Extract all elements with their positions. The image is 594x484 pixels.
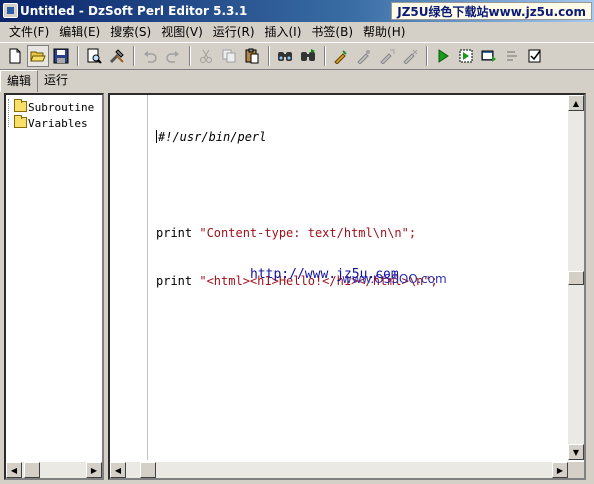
menu-edit[interactable]: 编辑(E)	[54, 22, 105, 42]
settings-icon	[507, 51, 517, 61]
undo-button[interactable]	[139, 45, 161, 67]
copy-button[interactable]	[218, 45, 240, 67]
find-icon	[278, 52, 292, 61]
syntax-check-icon	[334, 50, 347, 64]
menu-bar: 文件(F) 编辑(E) 搜索(S) 视图(V) 运行(R) 插入(I) 书签(B…	[0, 22, 594, 42]
tab-edit[interactable]: 编辑	[0, 70, 39, 92]
toolbar-separator	[268, 46, 270, 66]
undo-icon	[144, 51, 157, 63]
title-bar: Untitled - DzSoft Perl Editor 5.3.1 JZ5U…	[0, 0, 594, 22]
run-browser-icon	[481, 50, 496, 62]
site-watermark: JZ5U绿色下载站www.jz5u.com	[391, 2, 592, 20]
run-icon	[438, 49, 449, 63]
cut-icon	[200, 49, 212, 63]
new-file-icon	[9, 48, 21, 64]
debug-step-button[interactable]	[376, 45, 398, 67]
scroll-down-arrow-icon[interactable]: ▼	[568, 444, 584, 460]
run-dos-icon	[459, 49, 473, 63]
editor-vertical-scrollbar[interactable]: ▲ ▼	[568, 95, 584, 460]
panel-tabs: 编辑 运行	[0, 70, 100, 92]
toolbar-separator	[77, 46, 79, 66]
run-dos-button[interactable]	[455, 45, 477, 67]
scroll-corner	[568, 462, 584, 478]
app-icon	[3, 3, 18, 18]
tools-icon	[109, 49, 124, 64]
save-icon	[53, 48, 69, 64]
checklist-icon	[528, 49, 541, 63]
scroll-thumb[interactable]	[24, 462, 40, 478]
cut-button[interactable]	[195, 45, 217, 67]
menu-bookmarks[interactable]: 书签(B)	[306, 22, 358, 42]
menu-search[interactable]: 搜索(S)	[105, 22, 156, 42]
tree-item-variables[interactable]: Variables	[10, 115, 94, 131]
redo-icon	[166, 51, 179, 63]
code-line: print "Content-type: text/html\n\n";	[156, 226, 417, 240]
run-browser-button[interactable]	[478, 45, 500, 67]
code-explorer-panel: Subroutine Variables ◀ ▶	[4, 93, 104, 480]
left-horizontal-scrollbar[interactable]: ◀ ▶	[6, 462, 102, 478]
run-button[interactable]	[432, 45, 454, 67]
syntax-check-button[interactable]	[330, 45, 352, 67]
debug-step-icon	[380, 49, 395, 64]
debug-button[interactable]	[353, 45, 375, 67]
debug-stop-button[interactable]	[399, 45, 421, 67]
tools-button[interactable]	[106, 45, 128, 67]
scroll-right-arrow-icon[interactable]: ▶	[86, 462, 102, 478]
folder-icon	[14, 115, 27, 128]
menu-view[interactable]: 视图(V)	[156, 22, 208, 42]
tab-run[interactable]: 运行	[38, 70, 74, 92]
text-cursor	[156, 130, 157, 143]
url-watermark: http://www.jz5u.com www.OSSOO.com	[250, 267, 447, 286]
find-next-icon	[301, 49, 315, 61]
save-button[interactable]	[50, 45, 72, 67]
preview-icon	[87, 48, 102, 64]
redo-button[interactable]	[162, 45, 184, 67]
menu-file[interactable]: 文件(F)	[4, 22, 54, 42]
new-file-button[interactable]	[4, 45, 26, 67]
folder-icon	[14, 99, 27, 112]
preview-button[interactable]	[83, 45, 105, 67]
menu-run[interactable]: 运行(R)	[208, 22, 260, 42]
find-next-button[interactable]	[297, 45, 319, 67]
code-line: #!/usr/bin/perl	[156, 130, 267, 144]
toolbar-separator	[426, 46, 428, 66]
scroll-up-arrow-icon[interactable]: ▲	[568, 95, 584, 111]
code-text[interactable]: #!/usr/bin/perl print "Content-type: tex…	[156, 97, 438, 321]
window-title: Untitled - DzSoft Perl Editor 5.3.1	[20, 4, 248, 18]
scroll-left-arrow-icon[interactable]: ◀	[110, 462, 126, 478]
editor-horizontal-scrollbar[interactable]: ◀ ▶	[110, 462, 568, 478]
scroll-right-arrow-icon[interactable]: ▶	[552, 462, 568, 478]
open-folder-icon	[30, 51, 46, 62]
toolbar-separator	[324, 46, 326, 66]
paste-button[interactable]	[241, 45, 263, 67]
code-editor[interactable]: #!/usr/bin/perl print "Content-type: tex…	[108, 93, 586, 480]
menu-help[interactable]: 帮助(H)	[358, 22, 410, 42]
url-watermark-overlay: www.OSSOO.com	[342, 272, 447, 286]
debug-stop-icon	[403, 49, 418, 64]
editor-gutter	[110, 95, 148, 460]
tree-item-label: Variables	[28, 116, 88, 130]
debug-icon	[357, 50, 370, 64]
toolbar-separator	[189, 46, 191, 66]
scroll-thumb[interactable]	[140, 462, 156, 478]
find-button[interactable]	[274, 45, 296, 67]
toolbar	[0, 42, 594, 70]
copy-icon	[222, 49, 236, 63]
scroll-thumb[interactable]	[568, 271, 584, 285]
code-tree: Subroutine Variables	[10, 99, 94, 131]
checklist-button[interactable]	[524, 45, 546, 67]
settings-button[interactable]	[501, 45, 523, 67]
tree-item-label: Subroutine	[28, 100, 95, 114]
scroll-left-arrow-icon[interactable]: ◀	[6, 462, 22, 478]
paste-icon	[245, 48, 259, 64]
menu-insert[interactable]: 插入(I)	[260, 22, 307, 42]
open-button[interactable]	[27, 45, 49, 67]
tree-item-subroutine[interactable]: Subroutine	[10, 99, 94, 115]
toolbar-separator	[133, 46, 135, 66]
